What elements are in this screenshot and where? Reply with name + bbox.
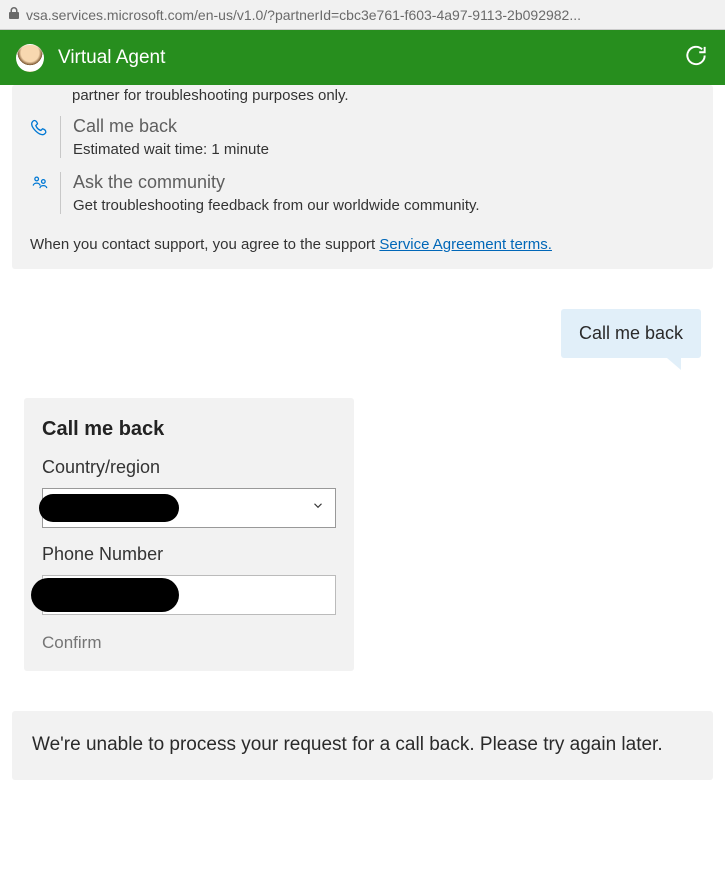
form-title: Call me back [42,418,336,441]
community-icon [30,174,56,199]
support-options-card: partner for troubleshooting purposes onl… [12,85,713,269]
app-header: Virtual Agent [0,30,725,85]
call-back-form: Call me back Country/region Phone Number… [24,398,354,671]
refresh-icon[interactable] [683,42,709,73]
phone-icon [30,118,56,143]
redacted-value [39,494,179,522]
option-title: Ask the community [73,172,480,193]
truncated-previous-text: partner for troubleshooting purposes onl… [30,87,695,106]
phone-number-input[interactable] [42,575,336,615]
confirm-button[interactable]: Confirm [42,633,336,653]
service-agreement-link[interactable]: Service Agreement terms. [379,236,552,253]
error-message: We're unable to process your request for… [12,711,713,780]
agreement-text: When you contact support, you agree to t… [30,236,695,253]
option-ask-community[interactable]: Ask the community Get troubleshooting fe… [30,172,695,218]
avatar [16,44,44,72]
user-message-bubble: Call me back [12,309,701,358]
header-title: Virtual Agent [58,47,165,69]
user-message-text: Call me back [561,309,701,358]
option-call-me-back[interactable]: Call me back Estimated wait time: 1 minu… [30,116,695,162]
option-subtitle: Get troubleshooting feedback from our wo… [73,197,480,214]
browser-address-bar[interactable]: vsa.services.microsoft.com/en-us/v1.0/?p… [0,0,725,30]
lock-icon [8,6,20,23]
option-title: Call me back [73,116,269,137]
url-text: vsa.services.microsoft.com/en-us/v1.0/?p… [26,7,581,23]
chevron-down-icon [311,499,325,518]
phone-number-label: Phone Number [42,544,336,565]
country-region-label: Country/region [42,457,336,478]
country-region-select[interactable] [42,488,336,528]
option-subtitle: Estimated wait time: 1 minute [73,141,269,158]
redacted-value [31,578,179,612]
